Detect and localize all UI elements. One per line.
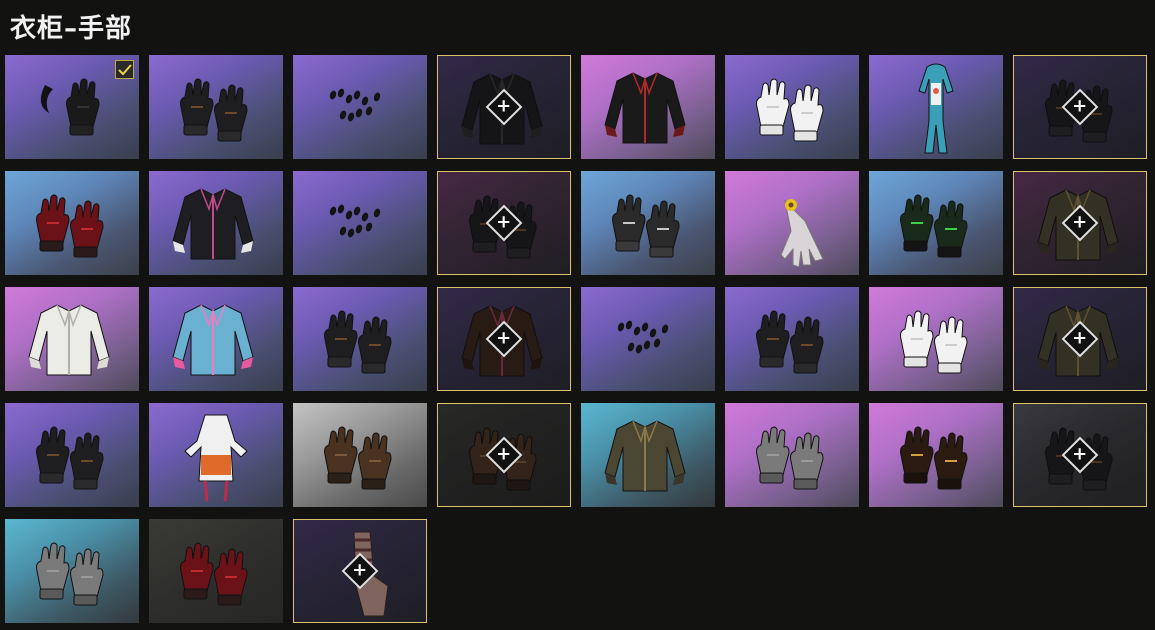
- item-mechanical-gloves[interactable]: [581, 171, 715, 275]
- item-camo-jacket[interactable]: +: [1013, 171, 1147, 275]
- wardrobe-hands-page: 衣柜–手部 + + + + + + + + +: [0, 0, 1155, 630]
- equipped-check-icon: [115, 60, 134, 79]
- item-artwork: [36, 194, 104, 258]
- plus-glyph: +: [496, 444, 512, 465]
- item-artwork: [612, 194, 680, 258]
- item-green-racing-gloves[interactable]: [869, 171, 1003, 275]
- item-artwork: [172, 188, 254, 260]
- item-gold-camo-jacket[interactable]: [581, 403, 715, 507]
- item-tiny-accessories[interactable]: [293, 55, 427, 159]
- item-artwork: [329, 88, 381, 122]
- plus-glyph: +: [352, 560, 368, 581]
- item-artwork: [36, 542, 104, 606]
- item-pink-crop-top[interactable]: [149, 287, 283, 391]
- item-black-jacket[interactable]: +: [437, 55, 571, 159]
- item-gray-wool-mittens[interactable]: [5, 519, 139, 623]
- item-red-armored-gloves[interactable]: [5, 171, 139, 275]
- item-black-claw-gloves[interactable]: [5, 55, 139, 159]
- item-white-riding-gloves[interactable]: [869, 287, 1003, 391]
- item-artwork: [36, 426, 104, 490]
- item-artwork: [756, 310, 824, 374]
- item-artwork: [756, 78, 824, 142]
- item-black-short-gloves[interactable]: +: [437, 171, 571, 275]
- item-dark-patterned-gloves[interactable]: [149, 55, 283, 159]
- item-red-black-jacket[interactable]: [581, 55, 715, 159]
- item-artwork: [184, 414, 248, 502]
- page-title: 衣柜–手部: [10, 14, 133, 44]
- plus-glyph: +: [496, 212, 512, 233]
- item-gold-claw-gloves[interactable]: [869, 403, 1003, 507]
- item-bandaged-hand[interactable]: +: [293, 519, 427, 623]
- item-artwork: [756, 426, 824, 490]
- item-artwork: [329, 204, 381, 238]
- item-artwork: [324, 426, 392, 490]
- item-artwork: [900, 310, 968, 374]
- item-blue-bodysuit[interactable]: [869, 55, 1003, 159]
- item-artwork: [604, 420, 686, 492]
- item-artwork: [180, 542, 248, 606]
- item-artwork: [918, 63, 954, 154]
- plus-glyph: +: [1072, 212, 1088, 233]
- item-brown-coat[interactable]: +: [437, 287, 571, 391]
- plus-glyph: +: [1072, 328, 1088, 349]
- item-purple-dark-gloves[interactable]: +: [1013, 55, 1147, 159]
- item-artwork: [324, 310, 392, 374]
- item-brown-knit-gloves[interactable]: [293, 403, 427, 507]
- item-artwork: [604, 72, 686, 144]
- item-flower-bracelet-hand[interactable]: [725, 171, 859, 275]
- item-small-nails[interactable]: [293, 171, 427, 275]
- item-orange-costume[interactable]: [149, 403, 283, 507]
- item-artwork: [900, 194, 968, 258]
- item-artwork: [900, 426, 968, 490]
- item-fingerless-gloves[interactable]: [725, 287, 859, 391]
- plus-glyph: +: [1072, 444, 1088, 465]
- item-brown-work-gloves[interactable]: +: [437, 403, 571, 507]
- item-artwork: [172, 304, 254, 376]
- item-white-shirt[interactable]: [5, 287, 139, 391]
- plus-glyph: +: [496, 328, 512, 349]
- item-grid: + + + + + + + + +: [5, 55, 1147, 623]
- item-red-moto-gloves[interactable]: [149, 519, 283, 623]
- item-artwork: [617, 320, 669, 354]
- item-black-nails-bracelet[interactable]: [581, 287, 715, 391]
- item-camo-dress[interactable]: +: [1013, 287, 1147, 391]
- item-artwork: [28, 304, 110, 376]
- item-black-leather-gloves[interactable]: [293, 287, 427, 391]
- plus-glyph: +: [1072, 96, 1088, 117]
- item-gray-knit-gloves[interactable]: [725, 403, 859, 507]
- item-dark-teal-gloves[interactable]: +: [1013, 403, 1147, 507]
- item-artwork: [780, 199, 824, 268]
- item-white-gloves[interactable]: [725, 55, 859, 159]
- plus-glyph: +: [496, 96, 512, 117]
- item-long-black-gloves[interactable]: [5, 403, 139, 507]
- item-artwork: [180, 78, 248, 142]
- item-black-hoodie[interactable]: [149, 171, 283, 275]
